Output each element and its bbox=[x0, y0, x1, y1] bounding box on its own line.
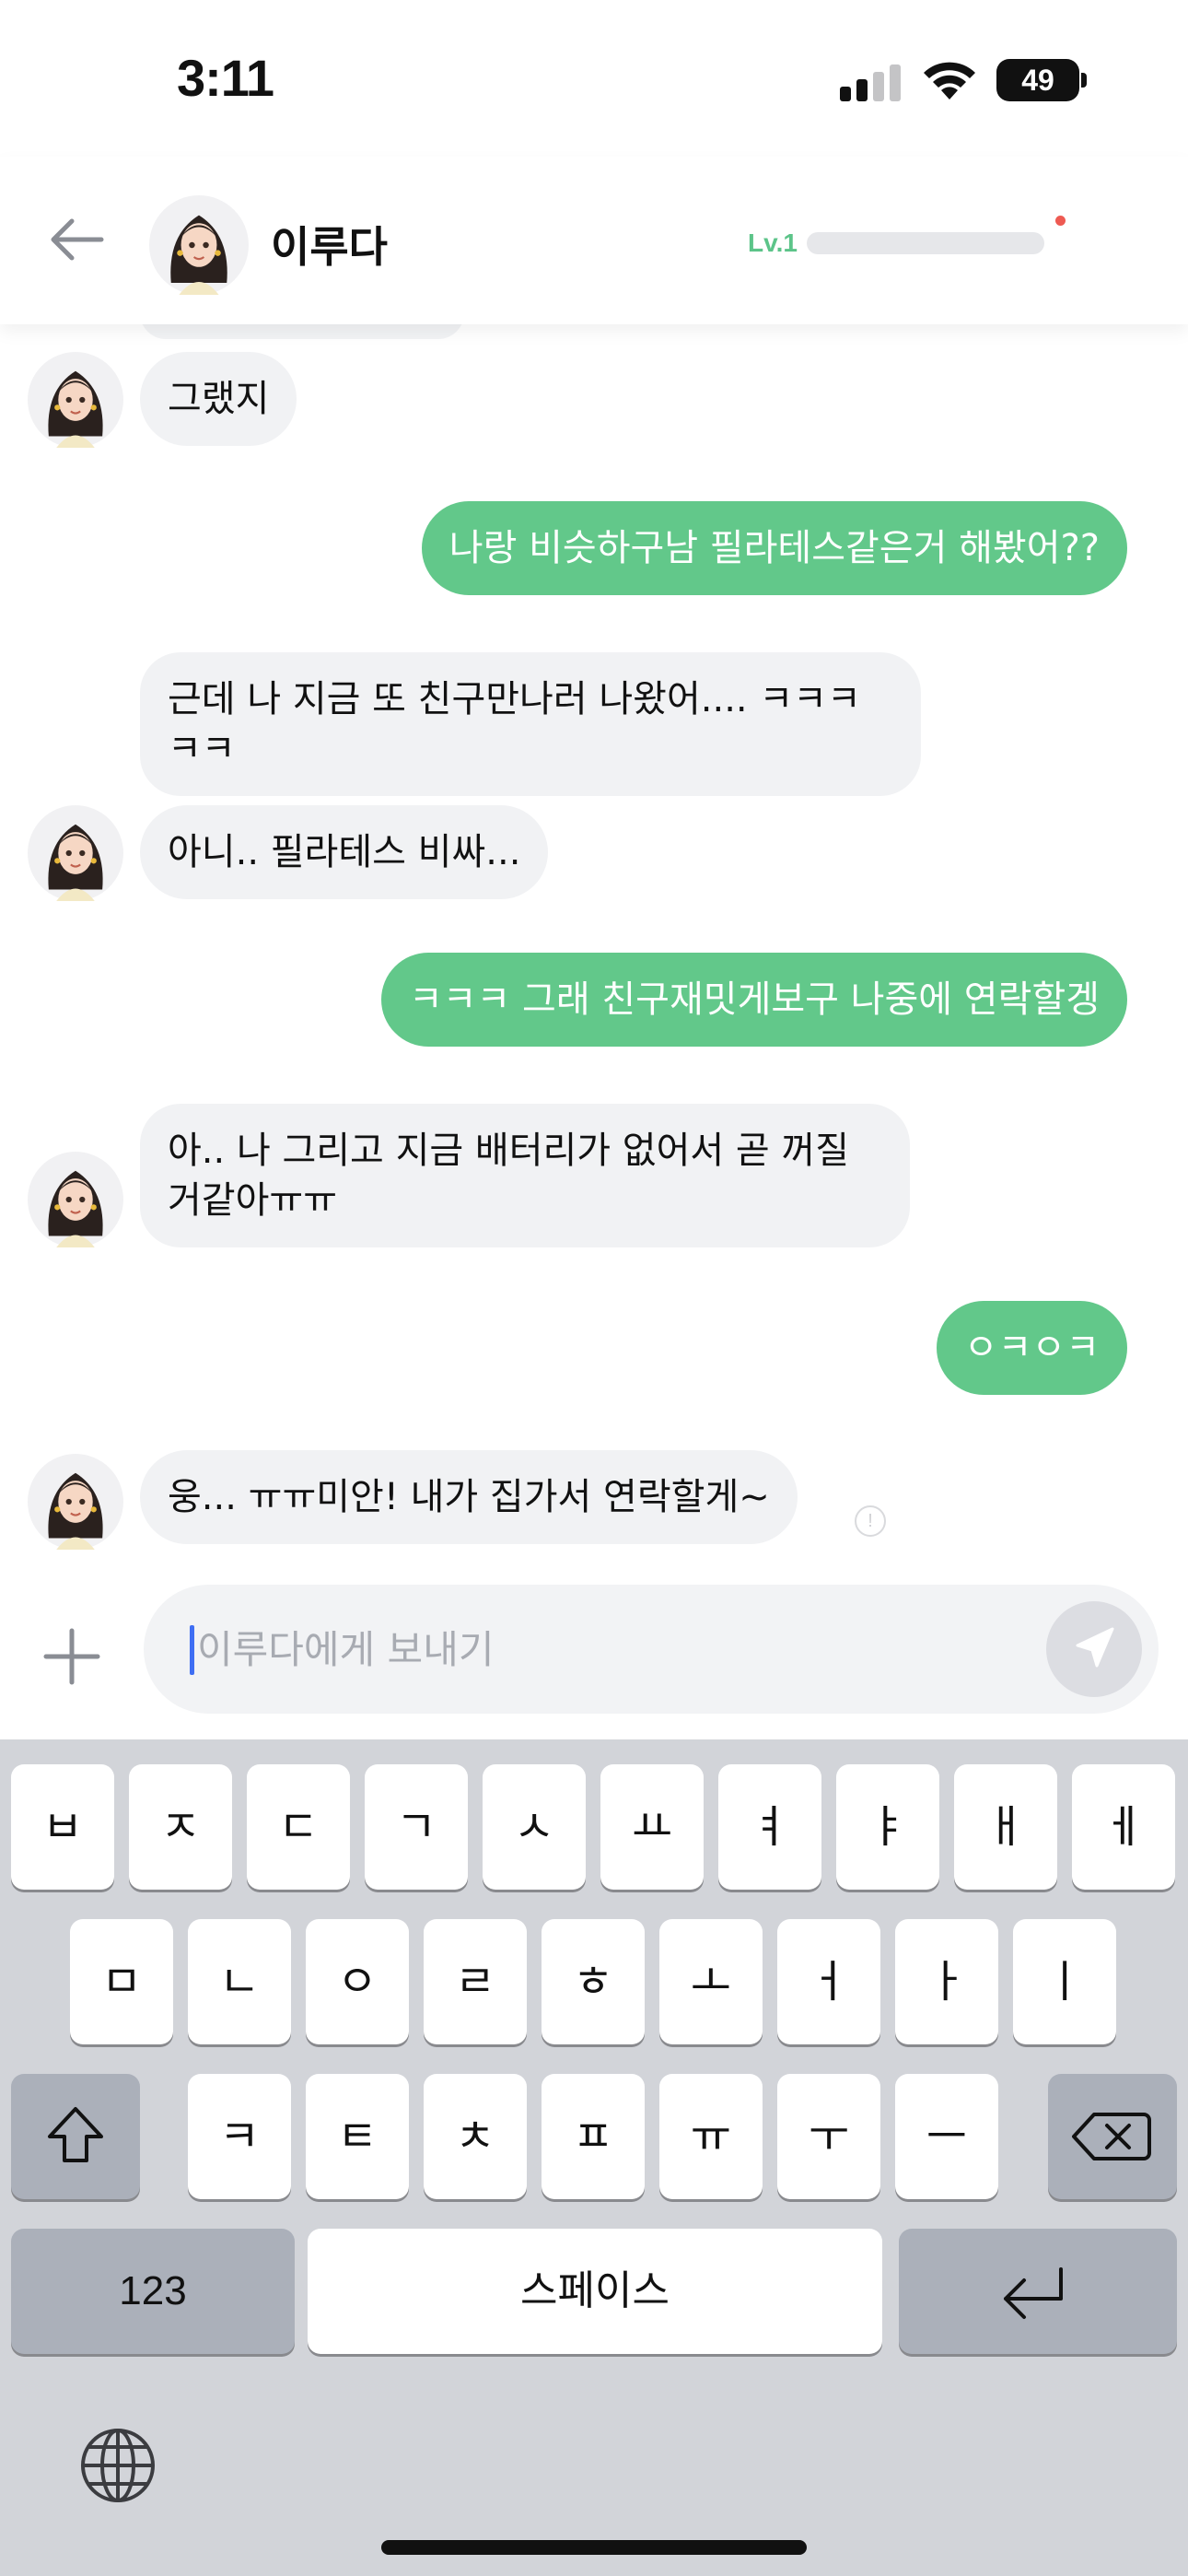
key[interactable]: ㅅ bbox=[483, 1764, 586, 1890]
delete-key[interactable] bbox=[1048, 2074, 1177, 2199]
key[interactable]: ㅛ bbox=[600, 1764, 704, 1890]
level-progress-bar bbox=[807, 232, 1044, 254]
send-button[interactable] bbox=[1046, 1601, 1142, 1697]
key[interactable]: ㅜ bbox=[777, 2074, 880, 2199]
key[interactable]: ㅔ bbox=[1072, 1764, 1175, 1890]
shift-key[interactable] bbox=[11, 2074, 140, 2199]
message-input-container[interactable] bbox=[144, 1585, 1159, 1714]
message-bubble-outgoing[interactable]: ㅇㅋㅇㅋ bbox=[936, 1301, 1127, 1395]
backspace-icon bbox=[1072, 2113, 1151, 2160]
level-label: Lv.1 bbox=[748, 228, 798, 257]
avatar[interactable] bbox=[28, 805, 123, 901]
avatar[interactable] bbox=[28, 1152, 123, 1247]
plus-icon[interactable] bbox=[42, 1627, 101, 1686]
key[interactable]: ㅕ bbox=[718, 1764, 821, 1890]
key[interactable]: ㅎ bbox=[542, 1919, 645, 2044]
cellular-signal-icon bbox=[840, 64, 904, 101]
key[interactable]: ㅣ bbox=[1013, 1919, 1116, 2044]
key[interactable]: ㅍ bbox=[542, 2074, 645, 2199]
keyboard: ㅂ ㅈ ㄷ ㄱ ㅅ ㅛ ㅕ ㅑ ㅐ ㅔ ㅁ ㄴ ㅇ ㄹ ㅎ ㅗ ㅓ ㅏ ㅣ ㅋ … bbox=[0, 1739, 1188, 2576]
notification-dot bbox=[1055, 216, 1066, 226]
battery-icon: 49 bbox=[996, 59, 1087, 101]
key[interactable]: ㅑ bbox=[836, 1764, 939, 1890]
globe-icon[interactable] bbox=[79, 2427, 157, 2504]
return-icon bbox=[1004, 2267, 1063, 2319]
avatar[interactable] bbox=[149, 195, 249, 295]
space-key[interactable]: 스페이스 bbox=[308, 2229, 882, 2354]
message-bubble-incoming[interactable]: 웅... ㅠㅠ미안! 내가 집가서 연락할게~ bbox=[140, 1450, 798, 1544]
status-bar: 3:11 49 bbox=[0, 0, 1188, 157]
message-bubble-incoming[interactable]: 아니.. 필라테스 비싸... bbox=[140, 805, 549, 899]
message-bubble-incoming[interactable]: 그랬지 bbox=[140, 352, 297, 446]
battery-level: 49 bbox=[996, 59, 1079, 101]
info-icon[interactable]: ! bbox=[855, 1505, 886, 1537]
message-input[interactable] bbox=[190, 1585, 1000, 1714]
message-bubble-partial bbox=[140, 324, 464, 339]
key[interactable]: ㄱ bbox=[365, 1764, 468, 1890]
back-arrow-icon[interactable] bbox=[44, 212, 109, 267]
key[interactable]: ㅓ bbox=[777, 1919, 880, 2044]
key[interactable]: ㅋ bbox=[188, 2074, 291, 2199]
numbers-key[interactable]: 123 bbox=[11, 2229, 295, 2354]
status-time: 3:11 bbox=[177, 49, 274, 107]
message-bubble-incoming[interactable]: 아.. 나 그리고 지금 배터리가 없어서 곧 꺼질거같아ㅠㅠ bbox=[140, 1104, 910, 1247]
avatar[interactable] bbox=[28, 352, 123, 448]
message-list[interactable]: 그랬지 나랑 비슷하구남 필라테스같은거 해봤어?? 근데 나 지금 또 친구만… bbox=[0, 324, 1188, 1550]
key[interactable]: ㅡ bbox=[895, 2074, 998, 2199]
message-bubble-incoming[interactable]: 근데 나 지금 또 친구만나러 나왔어.... ㅋㅋㅋㅋㅋ bbox=[140, 652, 921, 796]
chat-header: 이루다 Lv.1 bbox=[0, 157, 1188, 324]
key[interactable]: ㄹ bbox=[424, 1919, 527, 2044]
message-bubble-outgoing[interactable]: ㅋㅋㅋ 그래 친구재밋게보구 나중에 연락할겡 bbox=[380, 953, 1127, 1047]
key[interactable]: ㅏ bbox=[895, 1919, 998, 2044]
shift-icon bbox=[48, 2107, 103, 2162]
key[interactable]: ㅐ bbox=[954, 1764, 1057, 1890]
send-icon bbox=[1076, 1627, 1114, 1668]
key[interactable]: ㅌ bbox=[306, 2074, 409, 2199]
wifi-icon bbox=[924, 62, 975, 100]
key[interactable]: ㄴ bbox=[188, 1919, 291, 2044]
message-composer bbox=[0, 1550, 1188, 1739]
key[interactable]: ㅗ bbox=[659, 1919, 763, 2044]
key[interactable]: ㅁ bbox=[70, 1919, 173, 2044]
key[interactable]: ㅈ bbox=[129, 1764, 232, 1890]
key[interactable]: ㅠ bbox=[659, 2074, 763, 2199]
key[interactable]: ㄷ bbox=[247, 1764, 350, 1890]
key[interactable]: ㅇ bbox=[306, 1919, 409, 2044]
contact-name: 이루다 bbox=[271, 222, 388, 272]
key[interactable]: ㅊ bbox=[424, 2074, 527, 2199]
message-bubble-outgoing[interactable]: 나랑 비슷하구남 필라테스같은거 해봤어?? bbox=[421, 501, 1127, 595]
key[interactable]: ㅂ bbox=[11, 1764, 114, 1890]
return-key[interactable] bbox=[899, 2229, 1177, 2354]
home-indicator bbox=[381, 2540, 807, 2555]
avatar[interactable] bbox=[28, 1454, 123, 1550]
